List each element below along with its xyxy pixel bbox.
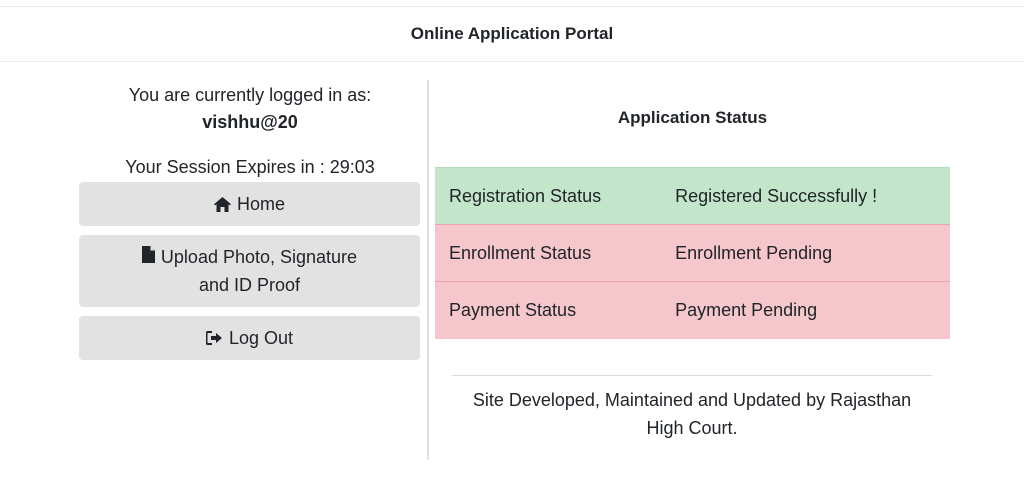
login-info: You are currently logged in as: vishhu@2… (79, 82, 421, 136)
status-label: Payment Status (435, 281, 662, 339)
upload-button-content: Upload Photo, Signature and ID Proof (141, 243, 358, 299)
status-label: Registration Status (435, 167, 662, 225)
sidebar: You are currently logged in as: vishhu@2… (79, 80, 421, 360)
application-status-heading: Application Status (617, 108, 768, 127)
status-value: Payment Pending (661, 281, 950, 339)
table-row: Registration Status Registered Successfu… (435, 167, 950, 225)
upload-button-label-line1: Upload Photo, Signature (160, 247, 358, 267)
footer-line2: High Court. (646, 418, 738, 438)
status-table: Registration Status Registered Successfu… (435, 167, 950, 339)
upload-documents-button[interactable]: Upload Photo, Signature and ID Proof (79, 235, 420, 307)
logged-in-label: You are currently logged in as: (128, 85, 372, 105)
table-row: Payment Status Payment Pending (435, 281, 950, 339)
site-footer: Site Developed, Maintained and Updated b… (452, 386, 932, 442)
footer-divider (452, 375, 932, 376)
portal-title: Online Application Portal (410, 24, 614, 43)
home-icon (213, 196, 231, 212)
table-row: Enrollment Status Enrollment Pending (435, 224, 950, 282)
home-button-label: Home (236, 193, 285, 214)
vertical-divider (427, 80, 429, 460)
top-header: Online Application Portal (0, 6, 1024, 62)
status-value: Registered Successfully ! (661, 167, 950, 225)
status-value: Enrollment Pending (661, 224, 950, 282)
session-timer: Your Session Expires in : 29:03 (125, 157, 375, 177)
logout-button-label: Log Out (228, 327, 294, 348)
home-button[interactable]: Home (79, 182, 420, 226)
status-label: Enrollment Status (435, 224, 662, 282)
logout-icon (205, 331, 223, 345)
footer-line1: Site Developed, Maintained and Updated b… (472, 390, 912, 410)
file-icon (141, 246, 155, 263)
username: vishhu@20 (202, 112, 298, 132)
upload-button-label-line2: and ID Proof (198, 275, 301, 295)
logout-button[interactable]: Log Out (79, 316, 420, 360)
